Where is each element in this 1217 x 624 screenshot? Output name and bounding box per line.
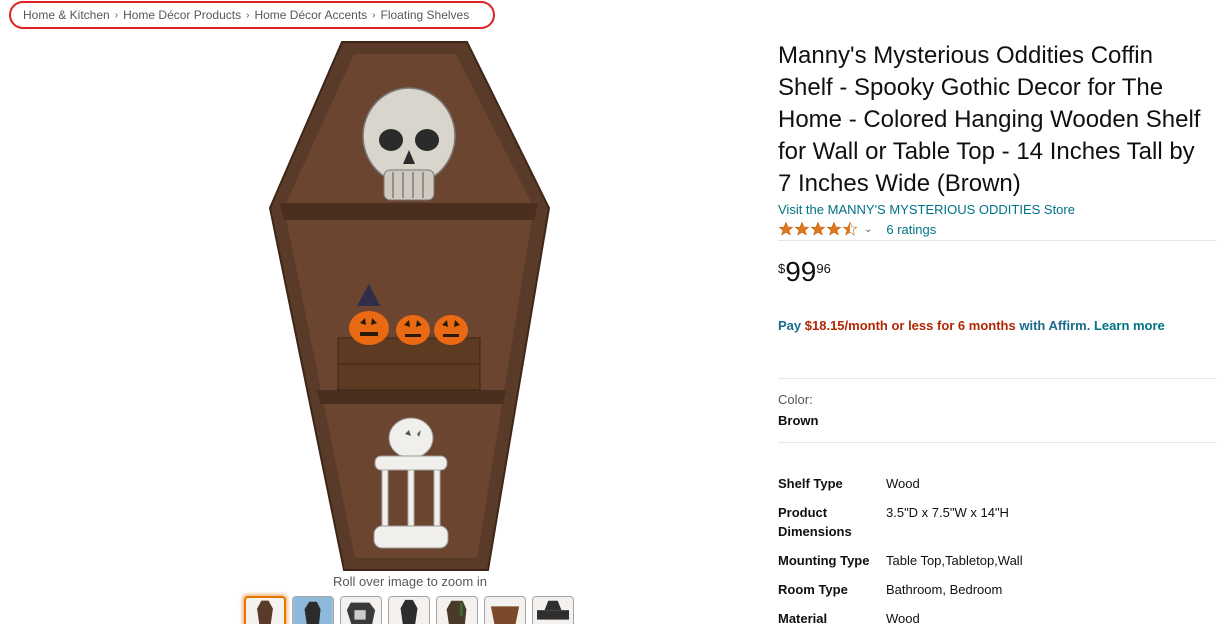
spec-key: Shelf Type	[778, 476, 843, 491]
star-full-icon	[810, 221, 826, 236]
color-value: Brown	[778, 413, 819, 428]
spec-row: Product Dimensions 3.5"D x 7.5"W x 14"H	[778, 503, 1023, 551]
affirm-amount: $18.15/month or less for 6 months	[804, 318, 1016, 333]
breadcrumb: Home & Kitchen › Home Décor Products › H…	[9, 1, 495, 29]
product-specs-table: Shelf Type Wood Product Dimensions 3.5"D…	[778, 474, 1023, 624]
store-link[interactable]: Visit the MANNY'S MYSTERIOUS ODDITIES St…	[778, 202, 1075, 217]
price-whole: 99	[785, 256, 817, 287]
spec-key: Product Dimensions	[778, 505, 852, 539]
spec-row: Shelf Type Wood	[778, 474, 1023, 503]
product-title: Manny's Mysterious Oddities Coffin Shelf…	[778, 42, 1201, 197]
price-fraction: 96	[816, 261, 831, 276]
rating-row: ⌄ 6 ratings	[778, 220, 936, 238]
spec-row: Room Type Bathroom, Bedroom	[778, 580, 1023, 609]
chevron-down-icon[interactable]: ⌄	[864, 224, 872, 235]
divider	[778, 240, 1217, 241]
spec-key: Room Type	[778, 582, 848, 597]
star-half-icon	[842, 221, 858, 236]
thumbnail-7[interactable]	[532, 596, 574, 624]
breadcrumb-separator: ›	[372, 9, 376, 21]
affirm-suffix: with Affirm.	[1019, 318, 1091, 333]
divider	[778, 378, 1217, 379]
star-full-icon	[794, 221, 810, 236]
star-full-icon	[826, 221, 842, 236]
thumbnail-3[interactable]	[340, 596, 382, 624]
breadcrumb-separator: ›	[114, 9, 119, 21]
thumbnail-4[interactable]	[388, 596, 430, 624]
spec-value: Wood	[886, 476, 920, 491]
spec-value: 3.5"D x 7.5"W x 14"H	[886, 505, 1009, 520]
affirm-learn-more-link[interactable]: Learn more	[1094, 318, 1165, 333]
main-product-image[interactable]	[262, 38, 562, 573]
spec-key: Mounting Type	[778, 553, 870, 568]
price: $ 99 96	[778, 256, 831, 288]
star-full-icon	[778, 221, 794, 236]
spec-value: Table Top,Tabletop,Wall	[886, 553, 1023, 568]
star-rating[interactable]	[778, 221, 858, 237]
breadcrumb-item-home-decor-products[interactable]: Home Décor Products	[123, 8, 241, 22]
affirm-prefix: Pay	[778, 318, 802, 333]
breadcrumb-separator: ›	[246, 9, 250, 21]
ratings-count-link[interactable]: 6 ratings	[886, 222, 936, 237]
spec-key: Material	[778, 611, 828, 624]
affirm-financing: Pay $18.15/month or less for 6 months wi…	[778, 318, 1165, 333]
divider	[778, 442, 1217, 443]
breadcrumb-item-home-decor-accents[interactable]: Home Décor Accents	[254, 8, 367, 22]
thumbnail-2[interactable]	[292, 596, 334, 624]
color-label: Color:	[778, 392, 813, 407]
thumbnail-6[interactable]	[484, 596, 526, 624]
breadcrumb-item-floating-shelves[interactable]: Floating Shelves	[381, 8, 470, 22]
spec-value: Wood	[886, 611, 920, 624]
thumbnail-strip	[244, 596, 574, 624]
spec-row: Material Wood	[778, 609, 1023, 624]
zoom-hint: Roll over image to zoom in	[333, 574, 487, 589]
thumbnail-5[interactable]	[436, 596, 478, 624]
spec-value: Bathroom, Bedroom	[886, 582, 1003, 597]
price-symbol: $	[778, 261, 786, 276]
spec-row: Mounting Type Table Top,Tabletop,Wall	[778, 551, 1023, 580]
breadcrumb-item-home-kitchen[interactable]: Home & Kitchen	[23, 8, 110, 22]
thumbnail-1[interactable]	[244, 596, 286, 624]
coffin-shelf-image	[268, 41, 551, 571]
